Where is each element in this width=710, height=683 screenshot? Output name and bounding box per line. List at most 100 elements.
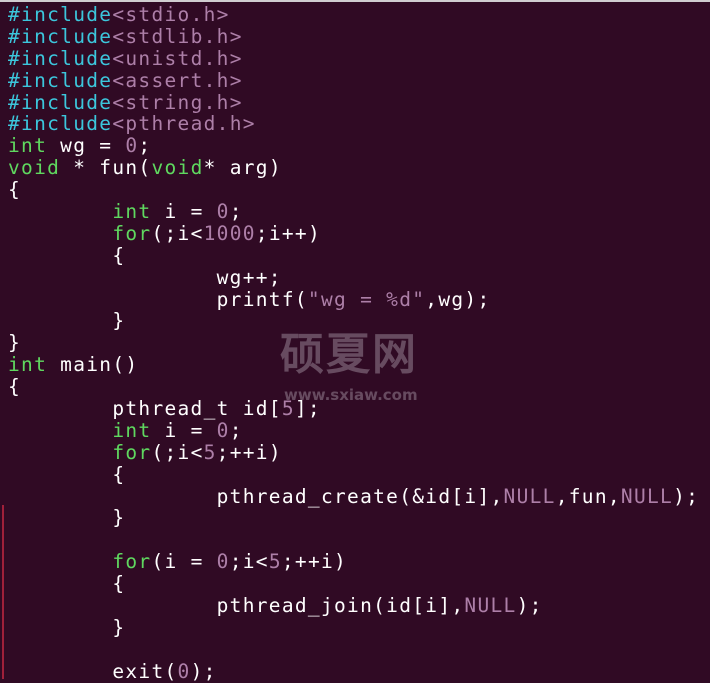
code-line: { [8, 243, 699, 267]
code-line: } [8, 310, 699, 332]
code-text: ;i++) [255, 221, 321, 245]
code-line: #include<pthread.h> [8, 113, 699, 135]
code-line: #include<assert.h> [8, 68, 699, 92]
code-line: void * fun(void* arg) [8, 157, 699, 179]
code-line: for(;i<5;++i) [8, 440, 699, 464]
code-text: wg++; [8, 265, 282, 289]
include-path-token: <stdlib.h> [112, 24, 243, 48]
code-text: ;++i) [216, 440, 282, 464]
code-line: { [8, 462, 699, 486]
keyword-token: void [151, 156, 204, 180]
code-line: } [8, 615, 699, 639]
code-text: (i = [151, 550, 217, 574]
literal-token: 0 [216, 418, 230, 442]
code-text: ); [673, 484, 700, 508]
code-text: pthread_create(&id[i], [8, 484, 504, 508]
code-text: main() [47, 353, 139, 377]
code-editor[interactable]: #include<stdio.h> #include<stdlib.h> #incl… [8, 4, 699, 683]
preprocessor-token: #include [8, 68, 113, 92]
code-line: printf("wg = %d",wg); [8, 287, 699, 311]
left-margin-marker [2, 505, 4, 679]
code-text: * arg) [203, 156, 282, 180]
literal-token: 5 [203, 440, 217, 464]
include-path-token: <assert.h> [112, 68, 243, 92]
code-line: wg++; [8, 265, 699, 289]
code-line: #include<string.h> [8, 90, 699, 114]
literal-token: 5 [281, 397, 295, 421]
keyword-token: int [8, 134, 48, 158]
include-path-token: <unistd.h> [112, 46, 243, 70]
include-path-token: <pthread.h> [112, 112, 256, 136]
include-path-token: <string.h> [112, 90, 243, 114]
code-text: pthread_join(id[i], [8, 594, 465, 618]
literal-token: NULL [503, 484, 556, 508]
code-line: pthread_join(id[i],NULL); [8, 595, 699, 617]
code-text: ;++i) [281, 550, 348, 574]
preprocessor-token: #include [8, 24, 113, 48]
code-text: wg = [47, 134, 126, 158]
keyword-token: int [8, 353, 48, 377]
code-text: (;i< [151, 221, 204, 245]
code-line: for(i = 0;i<5;++i) [8, 551, 699, 573]
code-text: printf( [8, 287, 308, 311]
keyword-token: int [112, 418, 152, 442]
code-text: } [8, 615, 126, 639]
code-text: { [8, 572, 126, 596]
code-text: ,wg); [425, 287, 491, 311]
literal-token: 5 [268, 550, 282, 574]
code-text: ); [516, 594, 543, 618]
code-text: ; [138, 134, 152, 158]
literal-token: 0 [177, 659, 191, 683]
code-text: } [8, 331, 22, 355]
code-line: int wg = 0; [8, 135, 699, 157]
string-token: "wg = %d" [307, 287, 426, 311]
code-text: ; [229, 418, 243, 442]
code-line: int main() [8, 354, 699, 376]
code-line: exit(0); [8, 659, 699, 683]
keyword-token: for [112, 440, 152, 464]
code-line: int i = 0; [8, 418, 699, 442]
code-line: #include<stdio.h> [8, 4, 699, 26]
preprocessor-token: #include [8, 90, 113, 114]
code-text: { [8, 178, 22, 202]
preprocessor-token: #include [8, 112, 113, 136]
code-text: ;i< [229, 550, 269, 574]
literal-token: NULL [620, 484, 674, 508]
code-text: i = [151, 200, 217, 224]
code-text: } [8, 506, 126, 530]
preprocessor-token: #include [8, 46, 113, 70]
code-line: pthread_t id[5]; [8, 398, 699, 420]
literal-token: 0 [216, 550, 230, 574]
code-text: { [8, 462, 126, 486]
literal-token: 1000 [203, 221, 256, 245]
code-text: (;i< [151, 440, 204, 464]
include-path-token: <stdio.h> [112, 3, 230, 26]
code-line: { [8, 573, 699, 595]
code-line: int i = 0; [8, 201, 699, 223]
code-line: } [8, 332, 699, 354]
code-line: { [8, 179, 699, 201]
keyword-token: int [112, 200, 152, 224]
code-text: ); [190, 659, 217, 683]
code-text: exit( [8, 659, 178, 683]
code-text: } [8, 309, 126, 333]
code-text: ]; [294, 397, 321, 421]
code-text: ; [229, 200, 243, 224]
code-text: { [8, 243, 126, 267]
keyword-token: for [112, 550, 152, 574]
code-line: #include<stdlib.h> [8, 24, 699, 48]
code-line: for(;i<1000;i++) [8, 221, 699, 245]
code-line: { [8, 376, 699, 398]
code-line: pthread_create(&id[i],NULL,fun,NULL); [8, 484, 700, 508]
code-line: #include<unistd.h> [8, 46, 699, 70]
code-text: pthread_t id[ [8, 397, 282, 421]
literal-token: NULL [464, 594, 517, 618]
code-text: { [8, 375, 22, 399]
